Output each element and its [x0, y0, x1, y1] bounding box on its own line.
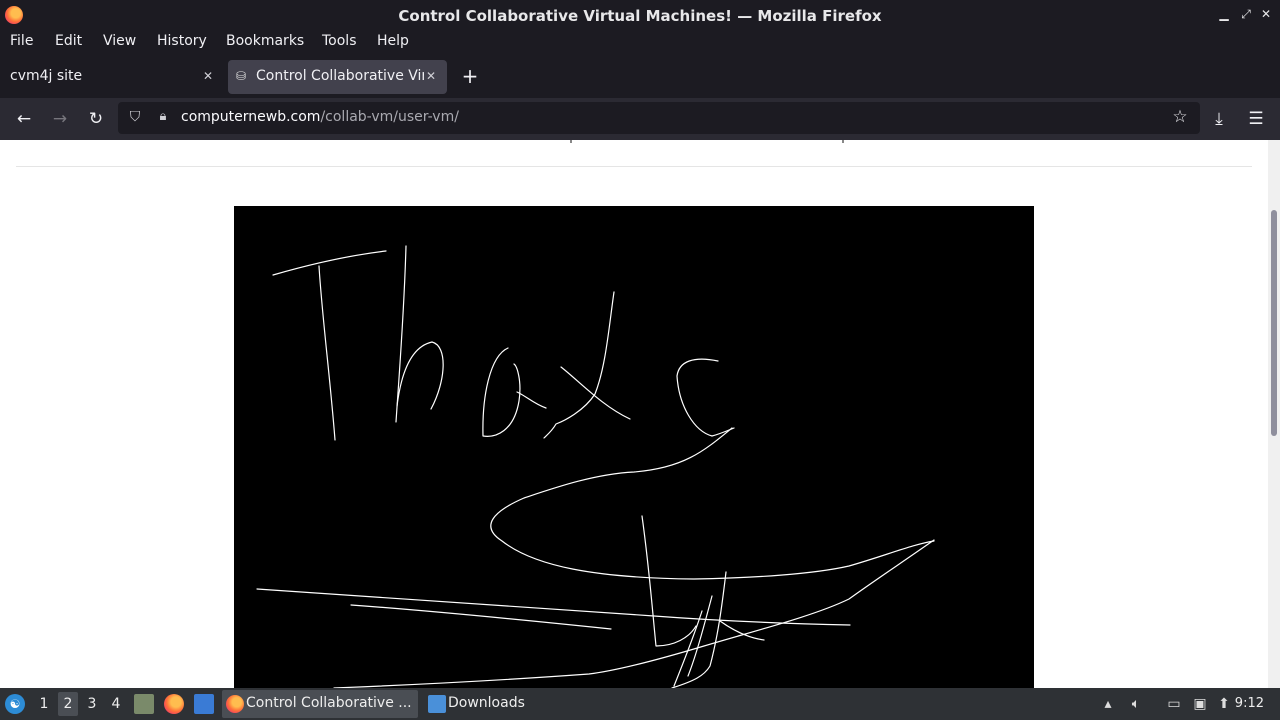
file-manager-launcher-icon[interactable] [134, 694, 154, 714]
stroke [516, 391, 547, 409]
task-downloads[interactable]: Downloads [424, 690, 544, 718]
menu-view[interactable]: View [103, 33, 136, 49]
cut-off-text [842, 140, 844, 143]
task-firefox[interactable]: Control Collaborative ... [222, 690, 418, 718]
stroke [272, 250, 387, 276]
reload-icon[interactable]: ↻ [85, 108, 107, 130]
close-icon[interactable]: ✕ [1258, 6, 1274, 22]
menu-help[interactable]: Help [377, 33, 409, 49]
cut-off-text [570, 140, 572, 143]
stroke [396, 341, 444, 410]
stroke [676, 358, 735, 437]
page-content [0, 140, 1280, 688]
scrollbar-thumb[interactable] [1271, 210, 1277, 436]
title-bar: Control Collaborative Virtual Machines! … [0, 0, 1280, 30]
stroke [687, 595, 713, 677]
tab-collab-vm[interactable]: ⛁ Control Collaborative Virtual Machines… [228, 60, 447, 94]
tab-label: Control Collaborative Virtual Machines! [256, 68, 424, 84]
stroke [490, 427, 935, 580]
downloads-icon[interactable]: ⤓ [1208, 108, 1230, 130]
folder-icon [428, 695, 446, 713]
close-tab-icon[interactable]: ✕ [200, 68, 216, 84]
workspace-1[interactable]: 1 [34, 692, 54, 716]
tab-cvm4j-site[interactable]: cvm4j site ✕ [0, 60, 224, 94]
url-bar[interactable]: ⛉ 🔒︎ computernewb.com/collab-vm/user-vm/… [118, 102, 1200, 134]
divider [16, 166, 1252, 167]
url-text[interactable]: computernewb.com/collab-vm/user-vm/ [181, 109, 459, 125]
bookmark-star-icon[interactable]: ☆ [1170, 107, 1190, 127]
task-label: Downloads [448, 695, 525, 711]
menu-bar: File Edit View History Bookmarks Tools H… [0, 30, 1280, 54]
page-scrollbar[interactable] [1268, 140, 1280, 688]
lock-icon[interactable]: 🔒︎ [154, 109, 172, 127]
back-icon[interactable]: ← [13, 108, 35, 130]
workspace-3[interactable]: 3 [82, 692, 102, 716]
close-tab-icon[interactable]: ✕ [423, 68, 439, 84]
site-favicon-icon: ⛁ [236, 69, 247, 83]
task-label: Control Collaborative ... [246, 695, 412, 711]
tracking-shield-icon[interactable]: ⛉ [126, 109, 144, 127]
taskbar: ☯ 1 2 3 4 Control Collaborative ... Down… [0, 688, 1280, 720]
menu-edit[interactable]: Edit [55, 33, 82, 49]
stroke [641, 515, 697, 647]
workspace-4[interactable]: 4 [106, 692, 126, 716]
stroke [350, 604, 612, 630]
updates-icon[interactable]: ⬆ [1214, 694, 1234, 714]
stroke [318, 265, 336, 441]
vm-display[interactable] [234, 206, 1034, 688]
clock: 9:12 [1234, 696, 1264, 711]
network-icon[interactable]: ▣ [1190, 694, 1210, 714]
stroke [333, 539, 935, 688]
desktop-launcher-icon[interactable] [194, 694, 214, 714]
menu-history[interactable]: History [157, 33, 207, 49]
vm-drawing [256, 245, 935, 688]
stroke [482, 347, 521, 437]
navigation-bar: ← → ↻ ⛉ 🔒︎ computernewb.com/collab-vm/us… [0, 98, 1280, 140]
workspace-2[interactable]: 2 [58, 692, 78, 716]
stroke [543, 291, 615, 439]
minimize-icon[interactable]: ▁ [1216, 6, 1232, 22]
url-domain: computernewb.com [181, 109, 321, 125]
new-tab-icon[interactable]: + [458, 64, 482, 88]
volume-icon[interactable]: 🔈︎ [1126, 694, 1146, 714]
forward-icon[interactable]: → [49, 108, 71, 130]
window-title: Control Collaborative Virtual Machines! … [398, 7, 882, 25]
menu-file[interactable]: File [10, 33, 33, 49]
stroke [256, 588, 851, 626]
stroke [395, 245, 407, 423]
start-menu-icon[interactable]: ☯ [5, 694, 25, 714]
firefox-icon [226, 695, 244, 713]
clipboard-icon[interactable]: ▭ [1164, 694, 1184, 714]
restore-icon[interactable]: ⤢ [1238, 6, 1254, 22]
tab-label: cvm4j site [10, 68, 83, 84]
url-path: /collab-vm/user-vm/ [320, 109, 459, 125]
menu-bookmarks[interactable]: Bookmarks [226, 33, 304, 49]
tray-arrow-icon[interactable]: ▴ [1098, 694, 1118, 714]
app-menu-icon[interactable]: ☰ [1245, 108, 1267, 130]
firefox-launcher-icon[interactable] [164, 694, 184, 714]
menu-tools[interactable]: Tools [322, 33, 357, 49]
tab-strip: cvm4j site ✕ ⛁ Control Collaborative Vir… [0, 56, 1280, 98]
